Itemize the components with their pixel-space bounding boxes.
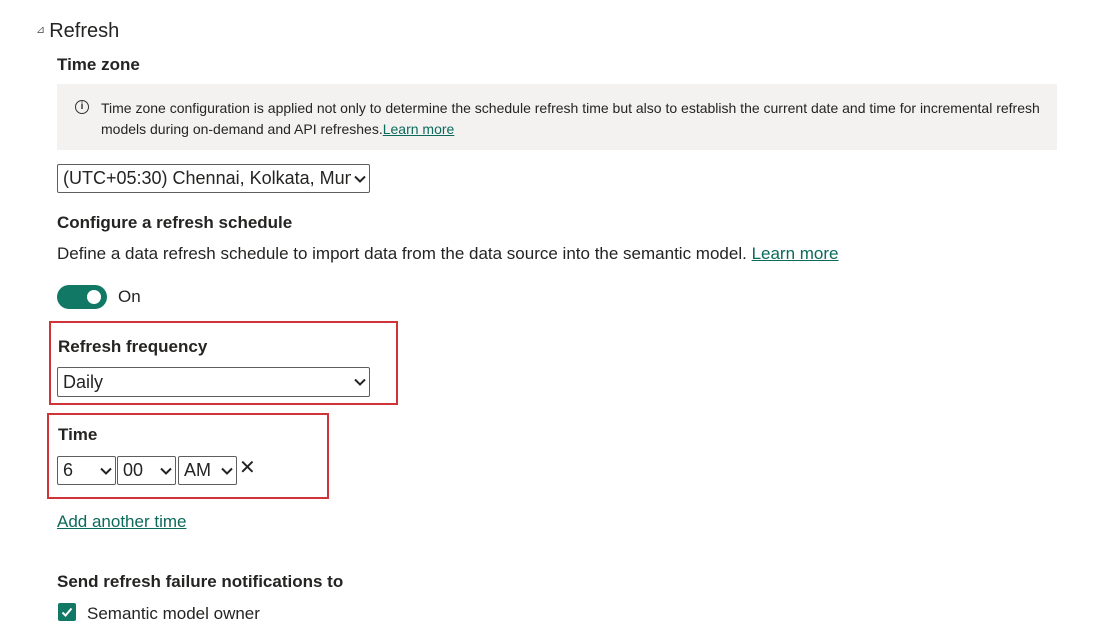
info-learn-more-link[interactable]: Learn more [383, 121, 455, 137]
hour-select[interactable]: 6 [57, 456, 116, 485]
schedule-learn-more-link[interactable]: Learn more [752, 244, 839, 263]
collapse-caret-icon[interactable]: ⊿ [36, 23, 45, 36]
checkmark-icon [61, 607, 73, 617]
minute-value: 00 [123, 460, 144, 480]
schedule-description: Define a data refresh schedule to import… [57, 244, 747, 263]
info-text: Time zone configuration is applied not o… [101, 100, 1040, 137]
toggle-knob [87, 290, 101, 304]
chevron-down-icon [351, 368, 369, 396]
frequency-select[interactable]: Daily [57, 367, 370, 397]
schedule-description-row: Define a data refresh schedule to import… [57, 244, 839, 264]
minute-select[interactable]: 00 [117, 456, 176, 485]
ampm-select[interactable]: AM [178, 456, 237, 485]
time-label: Time [58, 425, 98, 444]
chevron-down-icon [97, 457, 115, 484]
chevron-down-icon [157, 457, 175, 484]
time-zone-info-box: i Time zone configuration is applied not… [57, 84, 1057, 150]
section-title: Refresh [49, 20, 120, 42]
info-icon: i [75, 100, 89, 114]
refresh-section-header[interactable]: ⊿ Refresh [36, 20, 119, 43]
owner-checkbox-label: Semantic model owner [87, 604, 260, 623]
frequency-label: Refresh frequency [58, 337, 208, 356]
time-zone-label: Time zone [57, 55, 140, 74]
notifications-heading: Send refresh failure notifications to [57, 572, 344, 591]
time-zone-select[interactable]: (UTC+05:30) Chennai, Kolkata, Mumbai [57, 164, 370, 193]
time-zone-value: (UTC+05:30) Chennai, Kolkata, Mumbai [63, 168, 351, 188]
toggle-state-label: On [118, 287, 141, 306]
ampm-value: AM [184, 460, 211, 480]
frequency-value: Daily [63, 371, 104, 392]
owner-checkbox[interactable] [58, 603, 76, 621]
hour-value: 6 [63, 460, 74, 480]
chevron-down-icon [351, 165, 369, 192]
remove-time-close-icon[interactable]: ✕ [239, 457, 256, 479]
schedule-toggle[interactable] [57, 285, 107, 309]
schedule-heading: Configure a refresh schedule [57, 213, 293, 232]
add-another-time-link[interactable]: Add another time [57, 512, 186, 532]
chevron-down-icon [218, 457, 236, 484]
refresh-settings-panel: ⊿ Refresh Time zone i Time zone configur… [0, 0, 1101, 637]
